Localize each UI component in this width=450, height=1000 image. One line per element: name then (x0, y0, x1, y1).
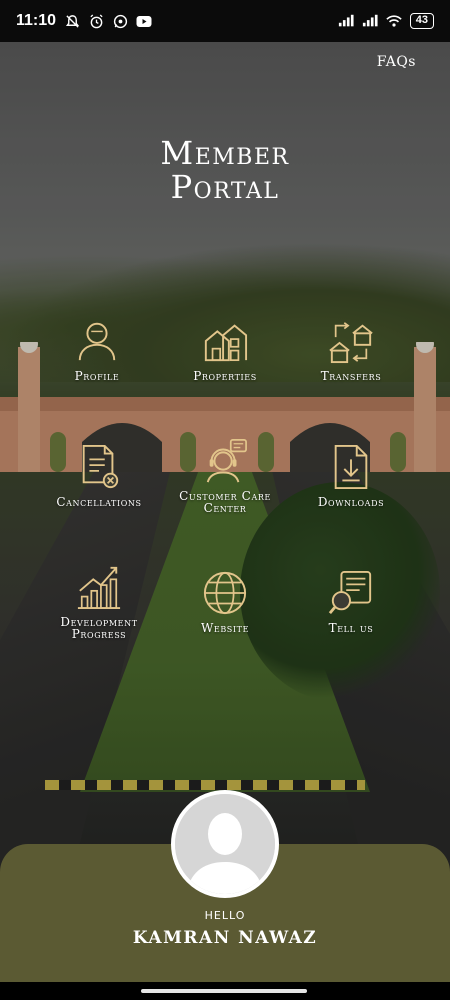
menu-transfers[interactable]: Transfers (286, 318, 416, 382)
battery-icon: 43 (409, 13, 434, 29)
wifi-icon (386, 13, 402, 29)
youtube-icon (136, 13, 152, 29)
home-indicator[interactable] (141, 989, 307, 993)
menu-customer-care-label: Customer Care Center (160, 490, 290, 514)
menu-cancellations[interactable]: Cancellations (34, 444, 164, 508)
menu-transfers-label: Transfers (320, 369, 382, 383)
menu-properties[interactable]: Properties (160, 318, 290, 382)
title-line-2: Portal (170, 168, 280, 206)
avatar[interactable] (171, 790, 279, 898)
customer-support-icon (206, 439, 247, 483)
houses-icon (204, 324, 248, 362)
menu-cancellations-label: Cancellations (56, 495, 142, 509)
status-bar: 11:10 43 (0, 0, 450, 42)
menu-website-label: Website (200, 621, 250, 635)
menu-customer-care[interactable]: Customer Care Center (160, 438, 290, 514)
cancel-document-icon (82, 444, 119, 489)
menu-development-progress[interactable]: Development Progress (34, 564, 164, 640)
muted-bell-icon (64, 13, 80, 29)
menu-tell-us-label: Tell us (328, 621, 374, 635)
title-line-1: Member (160, 134, 290, 172)
download-document-icon (334, 444, 368, 490)
status-right: 43 (338, 13, 434, 29)
signal-icon (362, 13, 378, 29)
growth-chart-icon (77, 566, 121, 610)
user-icon (78, 322, 116, 361)
greeting: HELLO (204, 909, 246, 922)
default-avatar-icon (175, 794, 275, 894)
menu-downloads[interactable]: Downloads (286, 444, 416, 508)
menu-profile[interactable]: Profile (32, 318, 162, 382)
feedback-search-icon (328, 570, 372, 615)
clock: 11:10 (16, 12, 57, 29)
menu-customer-care-line-2: Center (203, 501, 247, 515)
menu-website[interactable]: Website (160, 570, 290, 634)
property-transfer-icon (329, 322, 373, 364)
menu-development-line-2: Progress (71, 627, 127, 641)
status-left: 11:10 (16, 12, 152, 30)
menu-downloads-label: Downloads (317, 495, 385, 509)
globe-icon (203, 571, 247, 615)
menu-development-label: Development Progress (34, 616, 164, 640)
page-title: Member Portal (0, 136, 450, 204)
menu-properties-label: Properties (193, 369, 257, 383)
faqs-link[interactable]: FAQs (377, 54, 416, 70)
menu-profile-label: Profile (74, 369, 120, 383)
whatsapp-icon (112, 13, 128, 29)
user-name: KAMRAN NAWAZ (132, 928, 318, 948)
alarm-icon (88, 13, 104, 29)
signal-icon (338, 13, 354, 29)
menu-tell-us[interactable]: Tell us (286, 570, 416, 634)
